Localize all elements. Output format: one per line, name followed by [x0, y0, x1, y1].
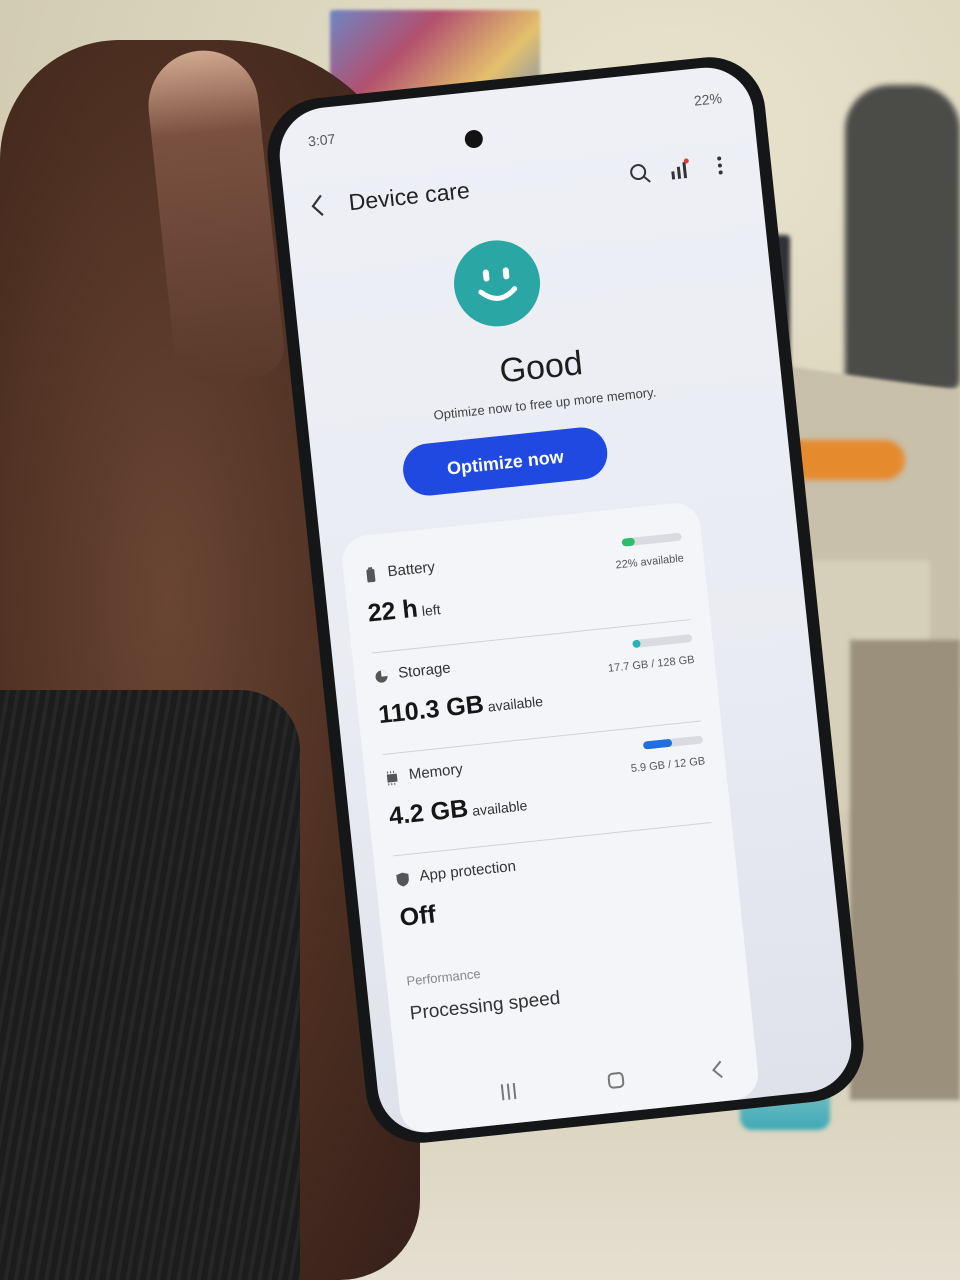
optimize-now-button[interactable]: Optimize now — [400, 424, 610, 499]
storage-meta: 17.7 GB / 128 GB — [607, 653, 696, 675]
toolbar-icons — [626, 151, 738, 190]
battery-value: 22 h left — [366, 594, 442, 628]
bar-chart-icon[interactable] — [666, 155, 695, 184]
memory-bar-fill — [642, 738, 673, 750]
battery-meta: 22% available — [615, 552, 685, 572]
recent-apps-icon[interactable] — [487, 1070, 531, 1114]
status-bar: 3:07 22% — [307, 90, 723, 155]
memory-value: 4.2 GB available — [387, 794, 529, 831]
status-battery: 22% — [693, 89, 723, 109]
storage-icon — [374, 668, 390, 685]
storage-value: 110.3 GB available — [377, 690, 544, 730]
battery-bar — [621, 532, 682, 547]
smiley-face-icon — [449, 236, 545, 331]
chevron-left-icon[interactable] — [305, 190, 330, 222]
processing-speed-item[interactable]: Processing speed — [409, 988, 562, 1026]
storage-bar — [632, 633, 693, 649]
shield-icon — [395, 871, 411, 888]
battery-bar-fill — [621, 537, 636, 547]
app-bar: Device care — [305, 145, 739, 230]
office-chair-right — [845, 85, 960, 390]
status-time: 3:07 — [307, 130, 337, 150]
desk-leg — [850, 640, 960, 1100]
performance-heading: Performance — [405, 965, 482, 989]
memory-meta: 5.9 GB / 12 GB — [630, 755, 706, 776]
battery-icon — [363, 567, 379, 584]
more-vert-icon[interactable] — [706, 151, 735, 180]
page-title: Device care — [347, 176, 471, 216]
back-nav-icon[interactable] — [695, 1048, 739, 1092]
memory-chip-icon — [384, 769, 400, 786]
app-protection-value: Off — [398, 900, 438, 932]
home-icon[interactable] — [594, 1058, 638, 1102]
memory-label: Memory — [408, 760, 464, 784]
app-protection-label: App protection — [418, 857, 517, 885]
storage-label: Storage — [397, 659, 452, 682]
sleeve — [0, 690, 300, 1280]
phone-screen: 3:07 22% Device care Good Optimize now t… — [274, 62, 857, 1138]
storage-bar-fill — [632, 639, 642, 649]
battery-label: Battery — [386, 558, 436, 581]
memory-bar — [642, 735, 704, 750]
search-icon[interactable] — [626, 160, 655, 189]
device-care-card: Battery 22 h left 22% available Storage 1… — [339, 500, 761, 1135]
